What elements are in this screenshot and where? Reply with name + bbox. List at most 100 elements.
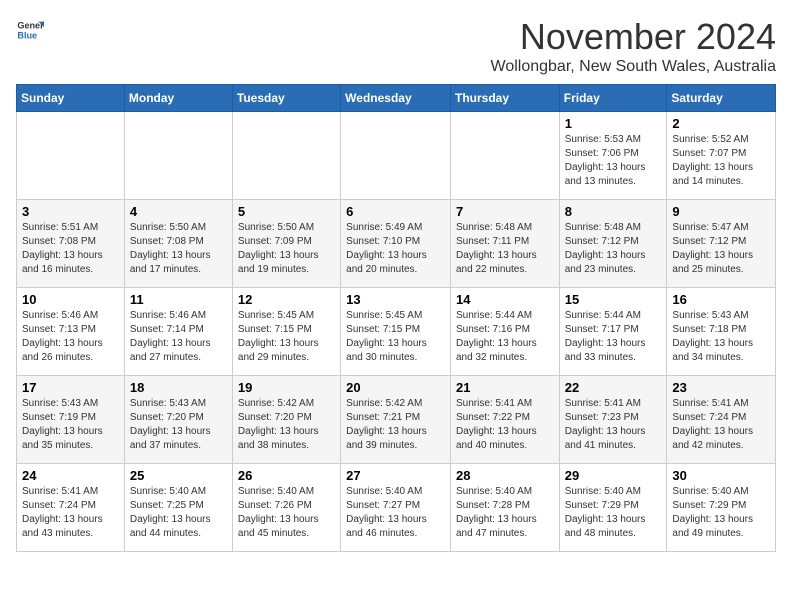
day-info: Sunrise: 5:48 AM Sunset: 7:11 PM Dayligh… bbox=[456, 221, 554, 277]
col-header-sunday: Sunday bbox=[17, 85, 125, 112]
day-info: Sunrise: 5:41 AM Sunset: 7:24 PM Dayligh… bbox=[672, 397, 770, 453]
day-number: 5 bbox=[238, 204, 335, 219]
day-number: 29 bbox=[565, 468, 662, 483]
calendar-cell: 15Sunrise: 5:44 AM Sunset: 7:17 PM Dayli… bbox=[559, 288, 667, 376]
calendar-cell: 7Sunrise: 5:48 AM Sunset: 7:11 PM Daylig… bbox=[450, 200, 559, 288]
col-header-tuesday: Tuesday bbox=[232, 85, 340, 112]
day-number: 2 bbox=[672, 116, 770, 131]
day-info: Sunrise: 5:52 AM Sunset: 7:07 PM Dayligh… bbox=[672, 133, 770, 189]
calendar-week-row: 17 Sunrise: 5:43 AM Sunset: 7:19 PM Dayli… bbox=[17, 376, 776, 464]
calendar-cell: 24 Sunrise: 5:41 AM Sunset: 7:24 PM Dayli… bbox=[17, 464, 125, 552]
day-number: 19 bbox=[238, 380, 335, 395]
day-number: 22 bbox=[565, 380, 662, 395]
col-header-thursday: Thursday bbox=[450, 85, 559, 112]
day-number: 23 bbox=[672, 380, 770, 395]
calendar-week-row: 24 Sunrise: 5:41 AM Sunset: 7:24 PM Dayli… bbox=[17, 464, 776, 552]
day-number: 3 bbox=[22, 204, 119, 219]
calendar-cell: 13Sunrise: 5:45 AM Sunset: 7:15 PM Dayli… bbox=[341, 288, 451, 376]
calendar-cell: 16Sunrise: 5:43 AM Sunset: 7:18 PM Dayli… bbox=[667, 288, 776, 376]
day-number: 1 bbox=[565, 116, 662, 131]
calendar-week-row: 3 Sunrise: 5:51 AM Sunset: 7:08 PM Daylig… bbox=[17, 200, 776, 288]
day-number: 30 bbox=[672, 468, 770, 483]
calendar-table: SundayMondayTuesdayWednesdayThursdayFrid… bbox=[16, 84, 776, 552]
day-info: Sunrise: 5:42 AM Sunset: 7:21 PM Dayligh… bbox=[346, 397, 445, 453]
location-title: Wollongbar, New South Wales, Australia bbox=[491, 58, 776, 76]
calendar-cell: 1 Sunrise: 5:53 AM Sunset: 7:06 PM Daylig… bbox=[559, 112, 667, 200]
day-info: Sunrise: 5:50 AM Sunset: 7:09 PM Dayligh… bbox=[238, 221, 335, 277]
day-number: 4 bbox=[130, 204, 227, 219]
logo: General Blue bbox=[16, 16, 44, 44]
month-title: November 2024 bbox=[491, 16, 776, 58]
calendar-cell: 25 Sunrise: 5:40 AM Sunset: 7:25 PM Dayli… bbox=[124, 464, 232, 552]
day-number: 8 bbox=[565, 204, 662, 219]
calendar-cell: 17 Sunrise: 5:43 AM Sunset: 7:19 PM Dayli… bbox=[17, 376, 125, 464]
day-number: 13 bbox=[346, 292, 445, 307]
day-info: Sunrise: 5:49 AM Sunset: 7:10 PM Dayligh… bbox=[346, 221, 445, 277]
calendar-cell: 9Sunrise: 5:47 AM Sunset: 7:12 PM Daylig… bbox=[667, 200, 776, 288]
logo-icon: General Blue bbox=[16, 16, 44, 44]
day-info: Sunrise: 5:40 AM Sunset: 7:25 PM Dayligh… bbox=[130, 485, 227, 541]
day-info: Sunrise: 5:46 AM Sunset: 7:13 PM Dayligh… bbox=[22, 309, 119, 365]
day-number: 21 bbox=[456, 380, 554, 395]
calendar-week-row: 10 Sunrise: 5:46 AM Sunset: 7:13 PM Dayli… bbox=[17, 288, 776, 376]
page-header: General Blue November 2024 Wollongbar, N… bbox=[16, 16, 776, 76]
day-info: Sunrise: 5:46 AM Sunset: 7:14 PM Dayligh… bbox=[130, 309, 227, 365]
day-info: Sunrise: 5:40 AM Sunset: 7:26 PM Dayligh… bbox=[238, 485, 335, 541]
calendar-cell: 6 Sunrise: 5:49 AM Sunset: 7:10 PM Daylig… bbox=[341, 200, 451, 288]
day-info: Sunrise: 5:41 AM Sunset: 7:22 PM Dayligh… bbox=[456, 397, 554, 453]
day-info: Sunrise: 5:40 AM Sunset: 7:28 PM Dayligh… bbox=[456, 485, 554, 541]
svg-text:Blue: Blue bbox=[17, 30, 37, 40]
day-number: 27 bbox=[346, 468, 445, 483]
calendar-cell: 14Sunrise: 5:44 AM Sunset: 7:16 PM Dayli… bbox=[450, 288, 559, 376]
day-info: Sunrise: 5:42 AM Sunset: 7:20 PM Dayligh… bbox=[238, 397, 335, 453]
day-info: Sunrise: 5:41 AM Sunset: 7:24 PM Dayligh… bbox=[22, 485, 119, 541]
calendar-cell bbox=[450, 112, 559, 200]
calendar-cell: 11 Sunrise: 5:46 AM Sunset: 7:14 PM Dayli… bbox=[124, 288, 232, 376]
day-number: 6 bbox=[346, 204, 445, 219]
day-number: 11 bbox=[130, 292, 227, 307]
calendar-cell: 28 Sunrise: 5:40 AM Sunset: 7:28 PM Dayli… bbox=[450, 464, 559, 552]
calendar-cell: 27 Sunrise: 5:40 AM Sunset: 7:27 PM Dayli… bbox=[341, 464, 451, 552]
day-number: 20 bbox=[346, 380, 445, 395]
calendar-cell: 10 Sunrise: 5:46 AM Sunset: 7:13 PM Dayli… bbox=[17, 288, 125, 376]
calendar-cell: 23 Sunrise: 5:41 AM Sunset: 7:24 PM Dayli… bbox=[667, 376, 776, 464]
calendar-cell bbox=[124, 112, 232, 200]
col-header-wednesday: Wednesday bbox=[341, 85, 451, 112]
calendar-cell bbox=[232, 112, 340, 200]
calendar-cell: 5 Sunrise: 5:50 AM Sunset: 7:09 PM Daylig… bbox=[232, 200, 340, 288]
day-info: Sunrise: 5:43 AM Sunset: 7:20 PM Dayligh… bbox=[130, 397, 227, 453]
day-number: 14 bbox=[456, 292, 554, 307]
day-number: 15 bbox=[565, 292, 662, 307]
day-info: Sunrise: 5:40 AM Sunset: 7:29 PM Dayligh… bbox=[565, 485, 662, 541]
day-number: 25 bbox=[130, 468, 227, 483]
calendar-cell: 4Sunrise: 5:50 AM Sunset: 7:08 PM Daylig… bbox=[124, 200, 232, 288]
calendar-header-row: SundayMondayTuesdayWednesdayThursdayFrid… bbox=[17, 85, 776, 112]
calendar-week-row: 1 Sunrise: 5:53 AM Sunset: 7:06 PM Daylig… bbox=[17, 112, 776, 200]
calendar-cell: 26 Sunrise: 5:40 AM Sunset: 7:26 PM Dayli… bbox=[232, 464, 340, 552]
col-header-friday: Friday bbox=[559, 85, 667, 112]
calendar-cell: 30Sunrise: 5:40 AM Sunset: 7:29 PM Dayli… bbox=[667, 464, 776, 552]
day-info: Sunrise: 5:40 AM Sunset: 7:27 PM Dayligh… bbox=[346, 485, 445, 541]
day-info: Sunrise: 5:43 AM Sunset: 7:19 PM Dayligh… bbox=[22, 397, 119, 453]
day-info: Sunrise: 5:45 AM Sunset: 7:15 PM Dayligh… bbox=[238, 309, 335, 365]
day-info: Sunrise: 5:48 AM Sunset: 7:12 PM Dayligh… bbox=[565, 221, 662, 277]
day-number: 24 bbox=[22, 468, 119, 483]
day-number: 17 bbox=[22, 380, 119, 395]
day-number: 10 bbox=[22, 292, 119, 307]
col-header-saturday: Saturday bbox=[667, 85, 776, 112]
calendar-cell: 3 Sunrise: 5:51 AM Sunset: 7:08 PM Daylig… bbox=[17, 200, 125, 288]
day-info: Sunrise: 5:51 AM Sunset: 7:08 PM Dayligh… bbox=[22, 221, 119, 277]
calendar-cell: 12Sunrise: 5:45 AM Sunset: 7:15 PM Dayli… bbox=[232, 288, 340, 376]
day-info: Sunrise: 5:47 AM Sunset: 7:12 PM Dayligh… bbox=[672, 221, 770, 277]
calendar-cell: 8 Sunrise: 5:48 AM Sunset: 7:12 PM Daylig… bbox=[559, 200, 667, 288]
title-section: November 2024 Wollongbar, New South Wale… bbox=[491, 16, 776, 76]
day-info: Sunrise: 5:43 AM Sunset: 7:18 PM Dayligh… bbox=[672, 309, 770, 365]
day-number: 28 bbox=[456, 468, 554, 483]
calendar-cell: 18 Sunrise: 5:43 AM Sunset: 7:20 PM Dayli… bbox=[124, 376, 232, 464]
day-number: 18 bbox=[130, 380, 227, 395]
calendar-cell: 2 Sunrise: 5:52 AM Sunset: 7:07 PM Daylig… bbox=[667, 112, 776, 200]
calendar-cell: 29 Sunrise: 5:40 AM Sunset: 7:29 PM Dayli… bbox=[559, 464, 667, 552]
day-number: 26 bbox=[238, 468, 335, 483]
day-info: Sunrise: 5:53 AM Sunset: 7:06 PM Dayligh… bbox=[565, 133, 662, 189]
calendar-cell: 19 Sunrise: 5:42 AM Sunset: 7:20 PM Dayli… bbox=[232, 376, 340, 464]
